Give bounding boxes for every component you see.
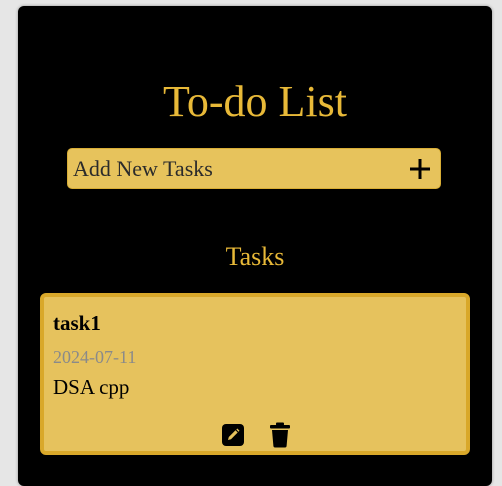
edit-task-button[interactable] [222, 424, 244, 446]
task-date: 2024-07-11 [53, 347, 137, 367]
edit-icon [222, 424, 244, 446]
add-task-bar [67, 148, 441, 189]
page-title: To-do List [163, 77, 347, 126]
add-task-button[interactable] [406, 155, 434, 183]
task-description: DSA cpp [53, 375, 130, 399]
todo-app-panel: To-do List Tasks task1 2024-07-11 DSA cp… [18, 6, 492, 486]
task-actions [44, 422, 466, 448]
task-name: task1 [53, 311, 101, 335]
delete-task-button[interactable] [269, 422, 291, 448]
task-card: task1 2024-07-11 DSA cpp [40, 293, 470, 455]
add-task-input[interactable] [73, 149, 393, 188]
tasks-section-title: Tasks [225, 242, 285, 271]
plus-icon [410, 159, 430, 179]
trash-icon [270, 422, 290, 448]
